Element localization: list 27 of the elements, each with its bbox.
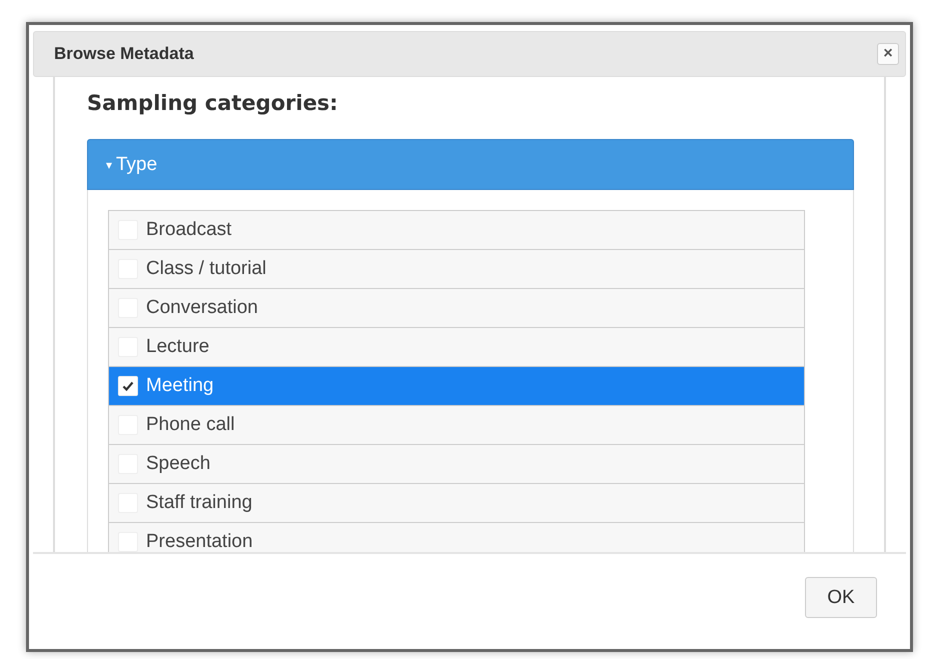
section-heading: Sampling categories: — [87, 91, 339, 115]
item-label: Broadcast — [146, 219, 232, 241]
caret-icon: ▾ — [106, 158, 112, 172]
checkbox[interactable] — [118, 376, 138, 396]
list-item[interactable]: Class / tutorial — [109, 250, 804, 289]
list-item[interactable]: Conversation — [109, 289, 804, 328]
item-label: Presentation — [146, 531, 253, 552]
close-button[interactable]: × — [877, 43, 899, 65]
item-label: Speech — [146, 453, 210, 475]
list-item[interactable]: Phone call — [109, 406, 804, 445]
item-label: Phone call — [146, 414, 235, 436]
list-item[interactable]: Meeting — [109, 367, 804, 406]
dialog-title: Browse Metadata — [54, 44, 194, 64]
checkbox[interactable] — [118, 532, 138, 552]
list-item[interactable]: Presentation — [109, 523, 804, 552]
item-label: Meeting — [146, 375, 214, 397]
list-item[interactable]: Staff training — [109, 484, 804, 523]
list-item[interactable]: Lecture — [109, 328, 804, 367]
item-label: Class / tutorial — [146, 258, 266, 280]
check-icon — [122, 380, 134, 392]
item-label: Conversation — [146, 297, 258, 319]
item-label: Lecture — [146, 336, 210, 358]
ok-button[interactable]: OK — [805, 577, 877, 618]
list-item[interactable]: Speech — [109, 445, 804, 484]
accordion-title: Type — [116, 154, 158, 176]
item-label: Staff training — [146, 492, 252, 514]
list-item[interactable]: Broadcast — [109, 211, 804, 250]
